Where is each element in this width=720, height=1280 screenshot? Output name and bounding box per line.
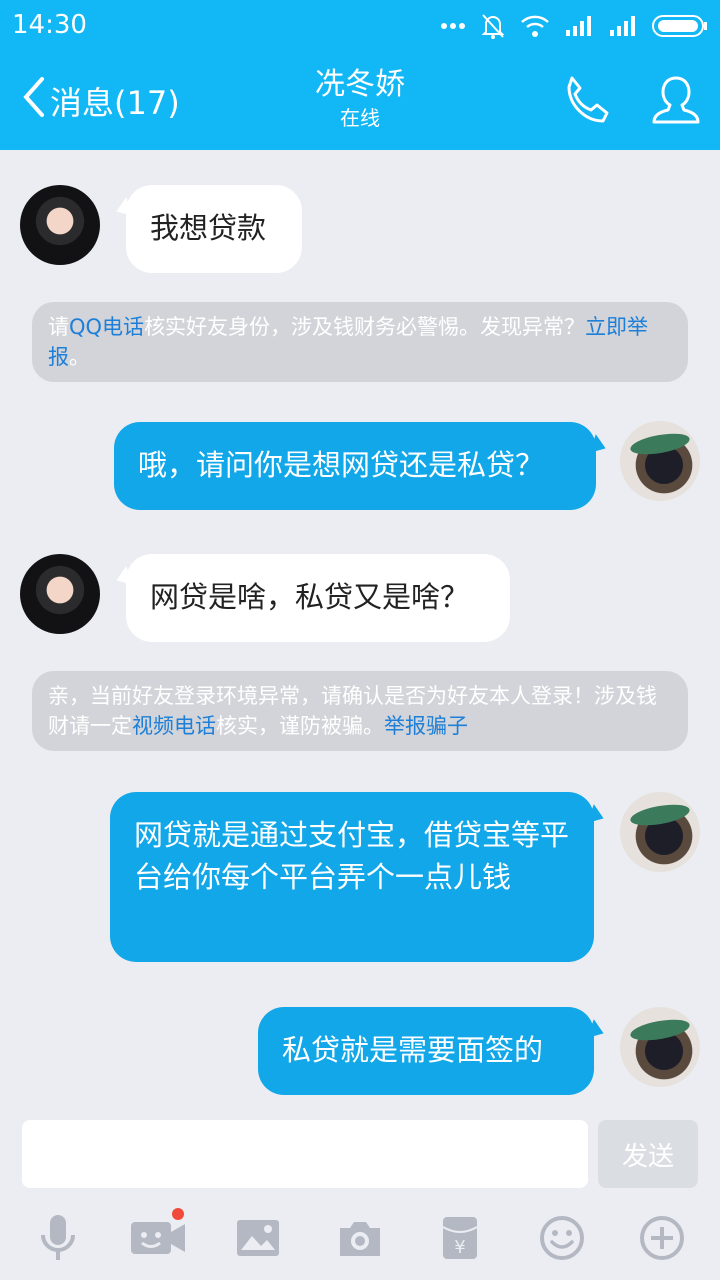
message-bubble-outgoing[interactable]: 网贷就是通过支付宝，借贷宝等平台给你每个平台弄个一点儿钱 <box>110 792 594 962</box>
video-call-button[interactable] <box>128 1208 188 1270</box>
notice-text: 核实好友身份，涉及钱财务必警惕。发现异常？ <box>144 315 586 339</box>
my-avatar[interactable] <box>620 1007 700 1087</box>
wifi-icon <box>520 14 550 38</box>
more-button[interactable] <box>632 1210 692 1270</box>
security-notice: 请QQ电话核实好友身份，涉及钱财务必警惕。发现异常？立即举报。 <box>32 302 688 382</box>
camera-icon <box>336 1218 384 1262</box>
phone-icon <box>562 76 610 130</box>
status-icons <box>440 12 708 40</box>
chat-area[interactable]: 我想贷款 请QQ电话核实好友身份，涉及钱财务必警惕。发现异常？立即举报。 哦，请… <box>0 150 720 1110</box>
friend-avatar[interactable] <box>20 185 100 265</box>
notification-dot <box>172 1208 184 1220</box>
red-packet-button[interactable]: ¥ <box>430 1210 490 1270</box>
message-bubble-outgoing[interactable]: 私贷就是需要面签的 <box>258 1007 594 1095</box>
voice-button[interactable] <box>28 1210 88 1270</box>
emoji-icon <box>539 1215 585 1265</box>
svg-text:¥: ¥ <box>454 1237 465 1258</box>
status-time: 14:30 <box>12 10 87 40</box>
qq-call-link[interactable]: QQ电话 <box>69 315 144 339</box>
message-bubble-incoming[interactable]: 网贷是啥，私贷又是啥？ <box>126 554 510 642</box>
report-scam-link[interactable]: 举报骗子 <box>384 714 468 738</box>
call-button[interactable] <box>562 74 610 130</box>
profile-button[interactable] <box>650 74 702 132</box>
message-bubble-outgoing[interactable]: 哦，请问你是想网贷还是私贷？ <box>114 422 596 510</box>
chevron-left-icon <box>20 75 50 127</box>
camera-button[interactable] <box>330 1210 390 1270</box>
chat-title[interactable]: 冼冬娇 在线 <box>210 66 510 132</box>
notice-text: 。 <box>69 345 90 369</box>
more-dots-icon <box>440 22 466 30</box>
signal-icon <box>608 14 638 38</box>
microphone-icon <box>38 1213 78 1267</box>
my-avatar[interactable] <box>620 421 700 501</box>
battery-icon <box>652 14 708 38</box>
video-call-icon <box>129 1218 187 1262</box>
image-button[interactable] <box>228 1210 288 1270</box>
security-notice: 亲，当前好友登录环境异常，请确认是否为好友本人登录！涉及钱财请一定视频电话核实，… <box>32 671 688 751</box>
image-icon <box>235 1218 281 1262</box>
my-avatar[interactable] <box>620 792 700 872</box>
notice-text: 请 <box>48 315 69 339</box>
send-button[interactable]: 发送 <box>598 1120 698 1188</box>
friend-avatar[interactable] <box>20 554 100 634</box>
back-label: 消息(17) <box>50 84 180 122</box>
input-toolbar: ¥ <box>0 1200 720 1280</box>
top-bar: 14:30 消息(17) 冼冬娇 在线 <box>0 0 720 150</box>
video-call-link[interactable]: 视频电话 <box>132 714 216 738</box>
contact-status: 在线 <box>340 106 380 130</box>
silent-bell-icon <box>480 12 506 40</box>
signal-icon <box>564 14 594 38</box>
red-packet-icon: ¥ <box>441 1215 479 1265</box>
back-button[interactable]: 消息(17) <box>20 76 180 126</box>
person-icon <box>650 76 702 132</box>
message-bubble-incoming[interactable]: 我想贷款 <box>126 185 302 273</box>
plus-icon <box>639 1215 685 1265</box>
notice-text: 核实，谨防被骗。 <box>216 714 384 738</box>
emoji-button[interactable] <box>532 1210 592 1270</box>
contact-name: 冼冬娇 <box>315 67 405 102</box>
status-bar: 14:30 <box>0 0 720 52</box>
message-input[interactable] <box>22 1120 588 1188</box>
